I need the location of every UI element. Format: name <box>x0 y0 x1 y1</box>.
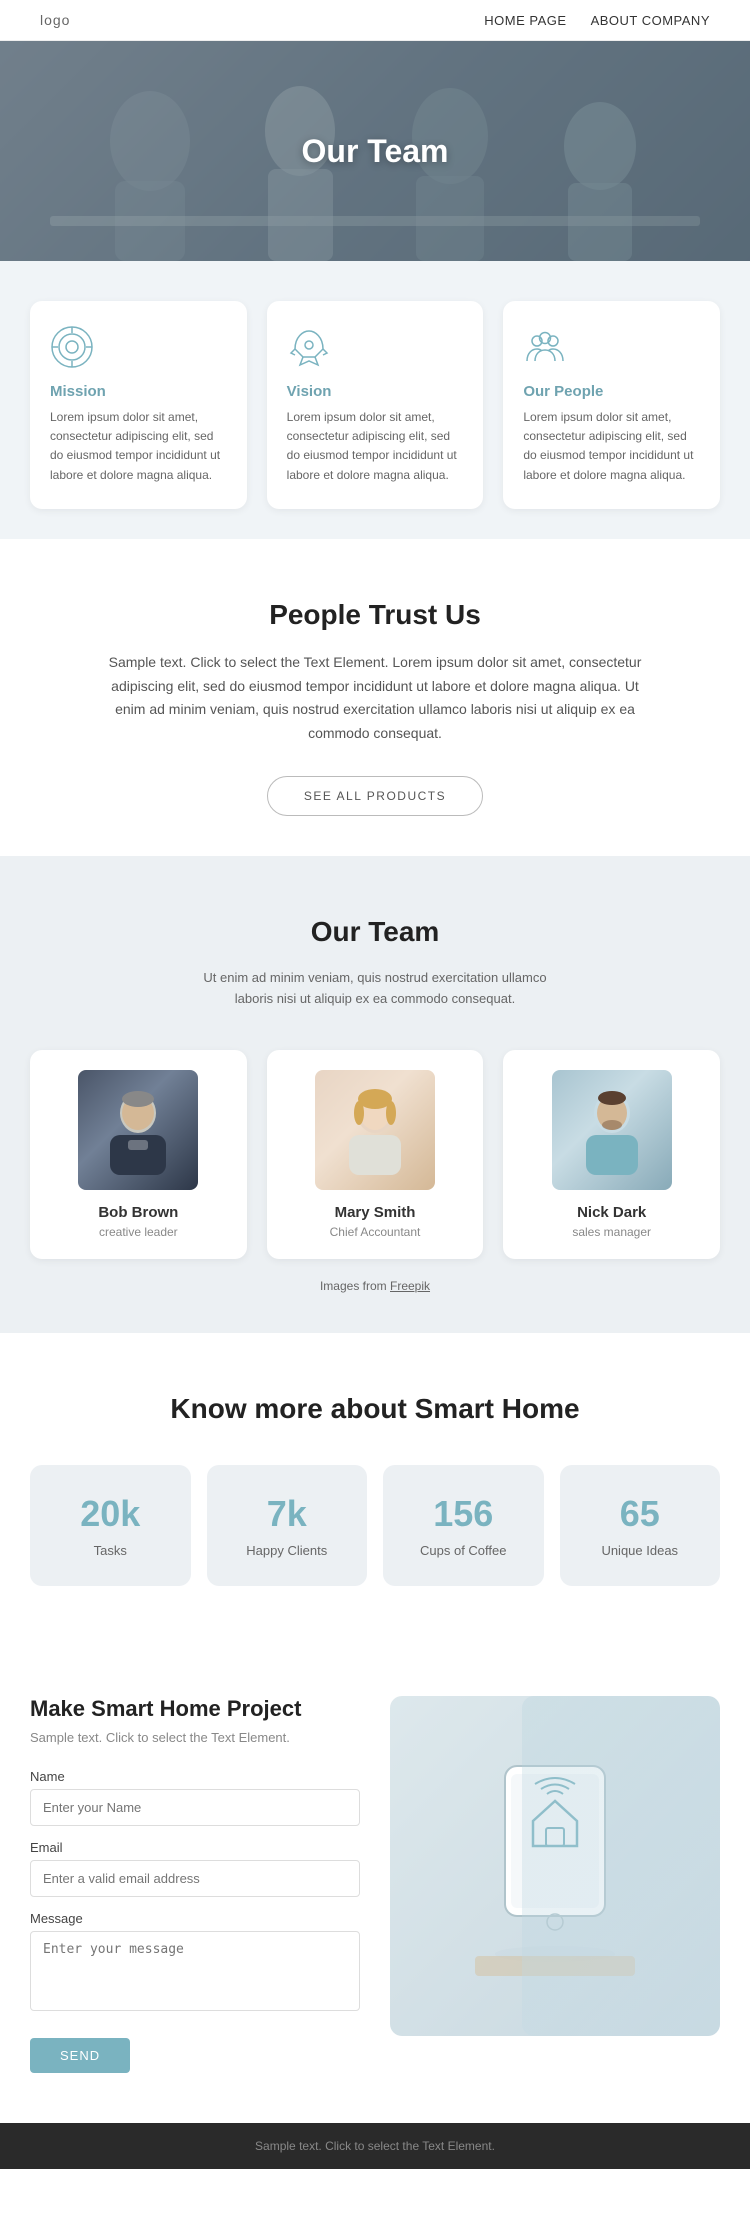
stat-ideas-number: 65 <box>576 1493 705 1535</box>
vision-title: Vision <box>287 383 464 400</box>
nav-home[interactable]: HOME PAGE <box>484 13 566 28</box>
contact-subtitle: Sample text. Click to select the Text El… <box>30 1730 360 1745</box>
stat-ideas: 65 Unique Ideas <box>560 1465 721 1586</box>
trust-body: Sample text. Click to select the Text El… <box>95 651 655 746</box>
team-member-mary: Mary Smith Chief Accountant <box>267 1050 484 1259</box>
footer: Sample text. Click to select the Text El… <box>0 2123 750 2169</box>
contact-form-area: Make Smart Home Project Sample text. Cli… <box>30 1696 360 2073</box>
stats-row: 20k Tasks 7k Happy Clients 156 Cups of C… <box>30 1465 720 1586</box>
freepik-note: Images from Freepik <box>30 1279 720 1293</box>
target-icon <box>50 325 94 369</box>
contact-illustration <box>390 1696 720 2036</box>
team-member-bob: Bob Brown creative leader <box>30 1050 247 1259</box>
nick-name: Nick Dark <box>519 1204 704 1221</box>
stat-clients-label: Happy Clients <box>223 1543 352 1558</box>
nick-illustration <box>572 1085 652 1175</box>
bob-name: Bob Brown <box>46 1204 231 1221</box>
footer-text: Sample text. Click to select the Text El… <box>30 2139 720 2153</box>
team-section: Our Team Ut enim ad minim veniam, quis n… <box>0 856 750 1333</box>
trust-title: People Trust Us <box>60 599 690 631</box>
email-input[interactable] <box>30 1860 360 1897</box>
stat-ideas-label: Unique Ideas <box>576 1543 705 1558</box>
team-subtitle: Ut enim ad minim veniam, quis nostrud ex… <box>185 968 565 1010</box>
contact-form: Name Email Message SEND <box>30 1769 360 2073</box>
mission-text: Lorem ipsum dolor sit amet, consectetur … <box>50 408 227 485</box>
mission-card: Mission Lorem ipsum dolor sit amet, cons… <box>30 301 247 509</box>
hero-section: Our Team <box>0 41 750 261</box>
email-group: Email <box>30 1840 360 1897</box>
team-section-title: Our Team <box>30 916 720 948</box>
bob-role: creative leader <box>46 1225 231 1239</box>
cards-section: Mission Lorem ipsum dolor sit amet, cons… <box>0 261 750 539</box>
vision-text: Lorem ipsum dolor sit amet, consectetur … <box>287 408 464 485</box>
team-member-nick: Nick Dark sales manager <box>503 1050 720 1259</box>
message-textarea[interactable] <box>30 1931 360 2011</box>
message-group: Message <box>30 1911 360 2016</box>
contact-section: Make Smart Home Project Sample text. Cli… <box>0 1636 750 2123</box>
contact-title: Make Smart Home Project <box>30 1696 360 1722</box>
name-group: Name <box>30 1769 360 1826</box>
name-label: Name <box>30 1769 360 1784</box>
mary-illustration <box>335 1085 415 1175</box>
stat-tasks-label: Tasks <box>46 1543 175 1558</box>
stat-tasks: 20k Tasks <box>30 1465 191 1586</box>
stat-tasks-number: 20k <box>46 1493 175 1535</box>
see-all-button[interactable]: SEE ALL PRODUCTS <box>267 776 483 816</box>
logo: logo <box>40 12 70 28</box>
nav-about[interactable]: ABOUT COMPANY <box>591 13 710 28</box>
rocket-icon <box>287 325 331 369</box>
message-label: Message <box>30 1911 360 1926</box>
email-label: Email <box>30 1840 360 1855</box>
send-button[interactable]: SEND <box>30 2038 130 2073</box>
stat-coffee-number: 156 <box>399 1493 528 1535</box>
team-row: Bob Brown creative leader Mary S <box>30 1050 720 1259</box>
vision-card: Vision Lorem ipsum dolor sit amet, conse… <box>267 301 484 509</box>
our-people-text: Lorem ipsum dolor sit amet, consectetur … <box>523 408 700 485</box>
name-input[interactable] <box>30 1789 360 1826</box>
mary-name: Mary Smith <box>283 1204 468 1221</box>
tablet-svg <box>455 1746 655 1986</box>
bob-illustration <box>98 1085 178 1175</box>
stats-section: Know more about Smart Home 20k Tasks 7k … <box>0 1333 750 1636</box>
stat-clients-number: 7k <box>223 1493 352 1535</box>
mary-role: Chief Accountant <box>283 1225 468 1239</box>
stat-coffee: 156 Cups of Coffee <box>383 1465 544 1586</box>
nick-role: sales manager <box>519 1225 704 1239</box>
navbar: logo HOME PAGE ABOUT COMPANY <box>0 0 750 41</box>
nick-avatar <box>552 1070 672 1190</box>
cards-row: Mission Lorem ipsum dolor sit amet, cons… <box>30 301 720 509</box>
stat-coffee-label: Cups of Coffee <box>399 1543 528 1558</box>
people-icon <box>523 325 567 369</box>
nav-links: HOME PAGE ABOUT COMPANY <box>484 13 710 28</box>
our-people-title: Our People <box>523 383 700 400</box>
mission-title: Mission <box>50 383 227 400</box>
freepik-link[interactable]: Freepik <box>390 1279 430 1293</box>
trust-section: People Trust Us Sample text. Click to se… <box>0 539 750 856</box>
stat-clients: 7k Happy Clients <box>207 1465 368 1586</box>
hero-title: Our Team <box>302 133 449 170</box>
stats-title: Know more about Smart Home <box>30 1393 720 1425</box>
people-card: Our People Lorem ipsum dolor sit amet, c… <box>503 301 720 509</box>
bob-avatar <box>78 1070 198 1190</box>
mary-avatar <box>315 1070 435 1190</box>
